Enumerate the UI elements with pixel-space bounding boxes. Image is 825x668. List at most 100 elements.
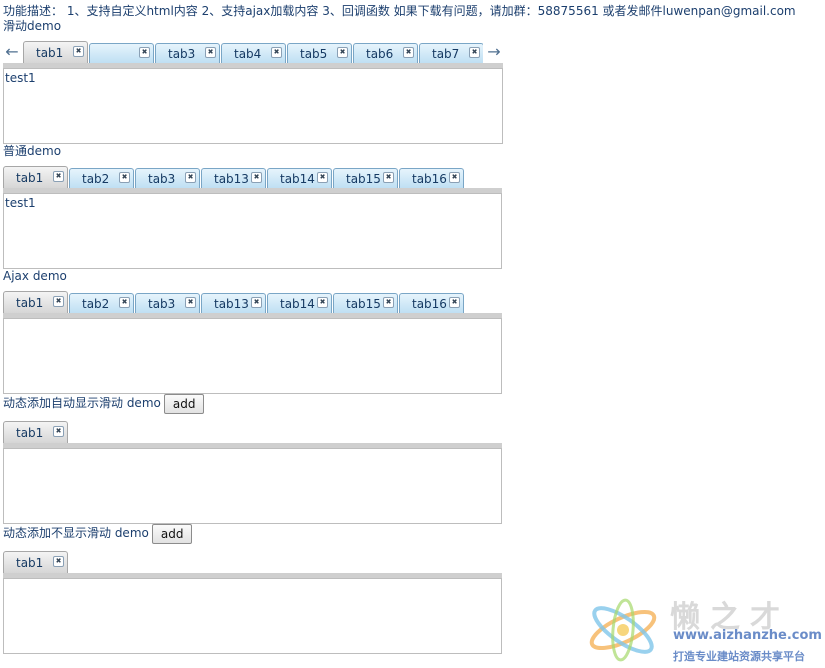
dynamic-noscroll-tabbar: tab1 ✖ [3, 551, 502, 578]
scroll-demo-tabs: tab1 ✖ ✖ tab3 ✖ tab4 ✖ tab5 ✖ tab6 ✖ tab7 ✖ [23, 41, 483, 63]
close-icon[interactable]: ✖ [53, 171, 64, 182]
dynamic-scroll-tabbar: tab1 ✖ [3, 421, 502, 448]
close-icon[interactable]: ✖ [251, 172, 262, 183]
tab-3[interactable]: tab3 ✖ [155, 43, 220, 63]
tab-2[interactable]: tab2 ✖ [69, 293, 134, 313]
tab-label: tab3 [148, 172, 176, 186]
tab-label: tab15 [346, 172, 381, 186]
tab-13[interactable]: tab13 ✖ [201, 293, 266, 313]
close-icon[interactable]: ✖ [53, 556, 64, 567]
tab-label: tab1 [16, 426, 44, 440]
close-icon[interactable]: ✖ [403, 47, 414, 58]
feature-description: 功能描述： 1、支持自定义html内容 2、支持ajax加载内容 3、回调函数 … [3, 4, 796, 18]
tab-15[interactable]: tab15 ✖ [333, 293, 398, 313]
tab-label: tab5 [300, 47, 328, 61]
close-icon[interactable]: ✖ [469, 47, 480, 58]
tab-1[interactable]: tab1 ✖ [3, 421, 68, 443]
close-icon[interactable]: ✖ [251, 297, 262, 308]
dynamic-scroll-panel [3, 448, 502, 524]
close-icon[interactable]: ✖ [119, 172, 130, 183]
close-icon[interactable]: ✖ [449, 297, 460, 308]
tab-5[interactable]: tab5 ✖ [287, 43, 352, 63]
tab-16[interactable]: tab16 ✖ [399, 168, 464, 188]
close-icon[interactable]: ✖ [73, 46, 84, 57]
watermark: 懒之才 www.aizhanzhe.com 打造专业建站资源共享平台 [585, 590, 825, 665]
ajax-demo-tabs: tab1 ✖ tab2 ✖ tab3 ✖ tab13 ✖ tab14 ✖ tab15 ✖ tab16 ✖ [3, 291, 502, 313]
normal-demo: tab1 ✖ tab2 ✖ tab3 ✖ tab13 ✖ tab14 ✖ tab15 ✖ tab16 ✖ … [3, 166, 502, 269]
dynamic-scroll-title: 动态添加自动显示滑动 demo [3, 396, 161, 410]
tab-1[interactable]: tab1 ✖ [3, 291, 68, 313]
tab-label: tab6 [366, 47, 394, 61]
close-icon[interactable]: ✖ [383, 297, 394, 308]
tab-14[interactable]: tab14 ✖ [267, 293, 332, 313]
dynamic-noscroll-panel [3, 578, 502, 654]
close-icon[interactable]: ✖ [317, 297, 328, 308]
tab-label: tab2 [82, 172, 110, 186]
close-icon[interactable]: ✖ [205, 47, 216, 58]
scroll-demo-title: 滑动demo [3, 19, 62, 33]
tab-1[interactable]: tab1 ✖ [3, 551, 68, 573]
arrow-left-icon[interactable]: ← [3, 43, 21, 61]
tab-label: tab2 [82, 297, 110, 311]
tab-15[interactable]: tab15 ✖ [333, 168, 398, 188]
normal-demo-title: 普通demo [3, 144, 62, 158]
tab-label: tab1 [16, 296, 44, 310]
close-icon[interactable]: ✖ [337, 47, 348, 58]
tab-7[interactable]: tab7 ✖ [419, 43, 483, 63]
tab-16[interactable]: tab16 ✖ [399, 293, 464, 313]
ajax-demo-tabbar: tab1 ✖ tab2 ✖ tab3 ✖ tab13 ✖ tab14 ✖ tab15 ✖ tab16 ✖ [3, 291, 502, 318]
tab-label: tab1 [36, 46, 64, 60]
close-icon[interactable]: ✖ [185, 297, 196, 308]
tab-label: tab14 [280, 297, 315, 311]
tab-1[interactable]: tab1 ✖ [23, 41, 88, 63]
tab-2[interactable]: ✖ [89, 43, 154, 63]
tab-label: tab13 [214, 297, 249, 311]
scroll-demo: ← tab1 ✖ ✖ tab3 ✖ tab4 ✖ tab5 ✖ tab6 ✖ tab7 ✖ → test… [3, 41, 503, 144]
tab-label: tab16 [412, 297, 447, 311]
close-icon[interactable]: ✖ [317, 172, 328, 183]
close-icon[interactable]: ✖ [119, 297, 130, 308]
star-logo-icon [589, 598, 657, 662]
arrow-right-icon[interactable]: → [485, 43, 503, 61]
close-icon[interactable]: ✖ [449, 172, 460, 183]
tab-3[interactable]: tab3 ✖ [135, 293, 200, 313]
add-tab-button[interactable]: add [163, 393, 205, 414]
tab-4[interactable]: tab4 ✖ [221, 43, 286, 63]
close-icon[interactable]: ✖ [383, 172, 394, 183]
tab-13[interactable]: tab13 ✖ [201, 168, 266, 188]
scroll-demo-tabbar: ← tab1 ✖ ✖ tab3 ✖ tab4 ✖ tab5 ✖ tab6 ✖ tab7 ✖ → [3, 41, 503, 68]
dynamic-scroll-demo: tab1 ✖ [3, 421, 502, 524]
close-icon[interactable]: ✖ [53, 426, 64, 437]
tab-2[interactable]: tab2 ✖ [69, 168, 134, 188]
ajax-demo-title: Ajax demo [3, 269, 67, 283]
tab-6[interactable]: tab6 ✖ [353, 43, 418, 63]
tab-label: tab13 [214, 172, 249, 186]
tab-label: tab3 [148, 297, 176, 311]
tab-label: tab4 [234, 47, 262, 61]
close-icon[interactable]: ✖ [185, 172, 196, 183]
tab-label: tab14 [280, 172, 315, 186]
dynamic-noscroll-row: 动态添加不显示滑动 demo add [3, 523, 193, 544]
dynamic-noscroll-demo: tab1 ✖ [3, 551, 502, 654]
dynamic-scroll-tabs: tab1 ✖ [3, 421, 502, 443]
close-icon[interactable]: ✖ [139, 47, 150, 58]
tab-label: tab7 [432, 47, 460, 61]
scroll-demo-panel: test1 [3, 68, 503, 144]
normal-demo-tabbar: tab1 ✖ tab2 ✖ tab3 ✖ tab13 ✖ tab14 ✖ tab15 ✖ tab16 ✖ [3, 166, 502, 193]
tab-14[interactable]: tab14 ✖ [267, 168, 332, 188]
dynamic-noscroll-tabs: tab1 ✖ [3, 551, 502, 573]
tab-3[interactable]: tab3 ✖ [135, 168, 200, 188]
close-icon[interactable]: ✖ [53, 296, 64, 307]
normal-demo-panel: test1 [3, 193, 502, 269]
ajax-demo: tab1 ✖ tab2 ✖ tab3 ✖ tab13 ✖ tab14 ✖ tab15 ✖ tab16 ✖ [3, 291, 502, 394]
ajax-demo-panel [3, 318, 502, 394]
tab-1[interactable]: tab1 ✖ [3, 166, 68, 188]
watermark-url: www.aizhanzhe.com [673, 628, 822, 643]
tab-label: tab1 [16, 171, 44, 185]
dynamic-scroll-row: 动态添加自动显示滑动 demo add [3, 393, 205, 414]
add-tab-button[interactable]: add [151, 523, 193, 544]
tab-label: tab1 [16, 556, 44, 570]
normal-demo-tabs: tab1 ✖ tab2 ✖ tab3 ✖ tab13 ✖ tab14 ✖ tab15 ✖ tab16 ✖ [3, 166, 502, 188]
watermark-slogan: 打造专业建站资源共享平台 [673, 650, 805, 663]
close-icon[interactable]: ✖ [271, 47, 282, 58]
